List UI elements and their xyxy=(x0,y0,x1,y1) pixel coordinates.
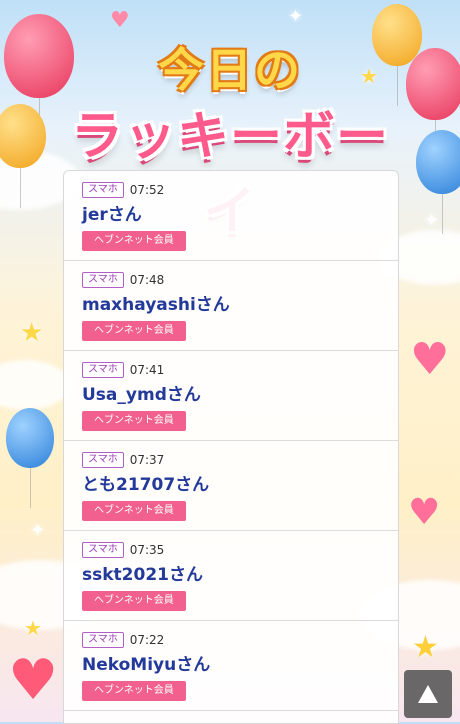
time-label: 07:48 xyxy=(129,273,165,287)
list-item[interactable]: スマホ 07:37 とも21707さん ヘブンネット会員 xyxy=(64,441,398,531)
sparkle-icon: ✦ xyxy=(30,520,46,541)
member-badge: ヘブンネット会員 xyxy=(82,411,186,431)
member-badge: ヘブンネット会員 xyxy=(82,681,186,701)
device-badge: スマホ xyxy=(82,542,124,558)
member-badge: ヘブンネット会員 xyxy=(82,591,186,611)
device-badge: スマホ xyxy=(82,362,124,378)
time-label: 07:37 xyxy=(129,453,165,467)
device-badge: スマホ xyxy=(82,182,124,198)
device-badge: スマホ xyxy=(82,632,124,648)
list-item[interactable]: スマホ 07:48 maxhayashiさん ヘブンネット会員 xyxy=(64,261,398,351)
list-item[interactable]: スマホ 07:22 NekoMiyuさん ヘブンネット会員 xyxy=(64,621,398,711)
heart-icon: ♥ xyxy=(410,334,450,385)
balloon-red xyxy=(406,48,460,160)
triangle-up-icon xyxy=(418,685,438,703)
device-badge: スマホ xyxy=(82,272,124,288)
balloon-blue xyxy=(6,408,54,508)
time-label: 07:52 xyxy=(129,183,165,197)
member-badge: ヘブンネット会員 xyxy=(82,231,186,251)
list-item[interactable]: スマホ 07:52 jerさん ヘブンネット会員 xyxy=(64,171,398,261)
title-line-1: 今日の xyxy=(158,43,302,97)
star-icon: ★ xyxy=(24,616,42,640)
device-badge: スマホ xyxy=(82,452,124,468)
user-name[interactable]: Usa_ymdさん xyxy=(82,385,380,405)
member-badge: ヘブンネット会員 xyxy=(82,501,186,521)
list-item[interactable]: スマホ 07:35 sskt2021さん ヘブンネット会員 xyxy=(64,531,398,621)
user-name[interactable]: とも21707さん xyxy=(82,475,380,495)
user-name[interactable]: sskt2021さん xyxy=(82,565,380,585)
user-name[interactable]: jerさん xyxy=(82,205,380,225)
star-icon: ★ xyxy=(412,630,439,665)
list-item[interactable]: スマホ 07:41 Usa_ymdさん ヘブンネット会員 xyxy=(64,351,398,441)
balloon-yellow xyxy=(0,104,46,208)
time-label: 07:35 xyxy=(129,543,165,557)
heart-icon: ♥ xyxy=(408,492,441,533)
user-name[interactable]: maxhayashiさん xyxy=(82,295,380,315)
page-title: 今日の ラッキーボーイ xyxy=(50,20,410,242)
user-name[interactable]: NekoMiyuさん xyxy=(82,655,380,675)
scroll-to-top-button[interactable] xyxy=(404,670,452,718)
star-icon: ★ xyxy=(20,318,44,348)
lucky-boy-list[interactable]: スマホ 07:52 jerさん ヘブンネット会員 スマホ 07:48 maxha… xyxy=(63,170,399,724)
balloon-blue xyxy=(416,130,460,234)
sparkle-icon: ✦ xyxy=(424,210,440,231)
time-label: 07:41 xyxy=(129,363,165,377)
member-badge: ヘブンネット会員 xyxy=(82,321,186,341)
cloud-decoration xyxy=(0,360,70,410)
time-label: 07:22 xyxy=(129,633,165,647)
heart-icon: ♥ xyxy=(8,648,59,713)
